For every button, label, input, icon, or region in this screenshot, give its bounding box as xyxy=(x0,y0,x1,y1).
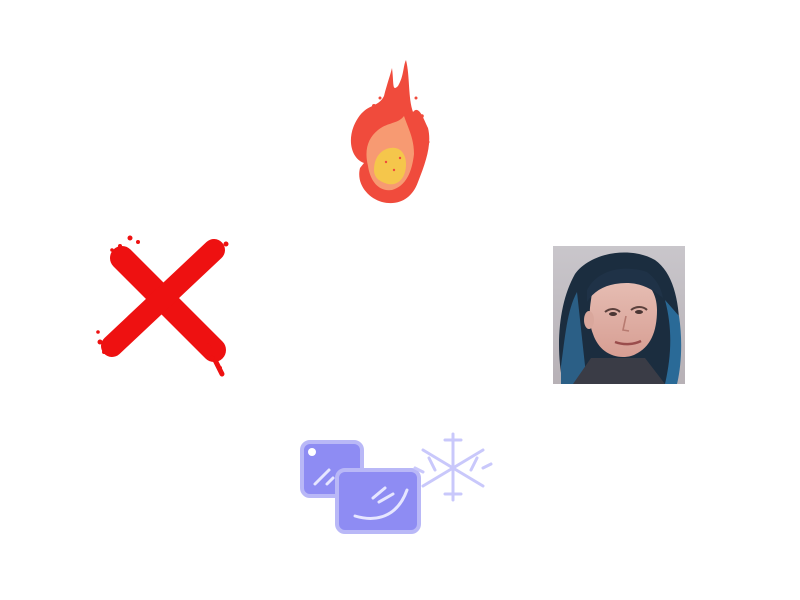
fire-icon[interactable] xyxy=(340,58,440,208)
ice-icon[interactable] xyxy=(295,428,495,540)
avatar[interactable] xyxy=(553,246,685,384)
close-icon-svg xyxy=(96,235,229,377)
close-icon[interactable] xyxy=(90,230,240,380)
game-stage xyxy=(0,0,800,600)
fire-icon-svg xyxy=(350,60,430,204)
avatar-photo xyxy=(553,246,685,384)
ice-icon-svg xyxy=(300,432,493,534)
